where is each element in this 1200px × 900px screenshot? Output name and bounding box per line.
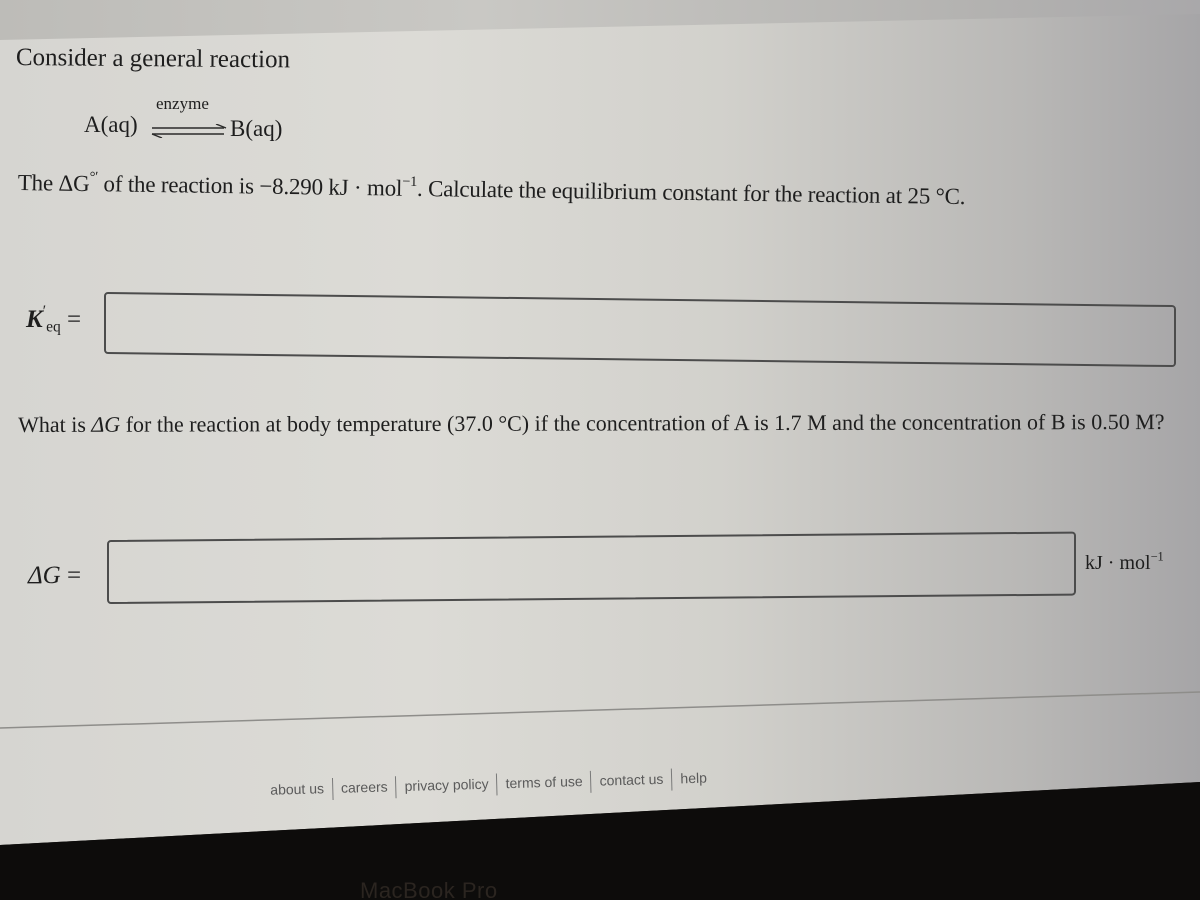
delta-g-units: kJ · mol−1: [1085, 549, 1164, 574]
footer-link-terms-of-use[interactable]: terms of use: [497, 773, 590, 792]
product: B(aq): [230, 116, 283, 141]
footer-link-about-us[interactable]: about us: [262, 780, 332, 798]
footer-link-contact-us[interactable]: contact us: [591, 770, 671, 788]
delta-g-input[interactable]: [109, 533, 1074, 602]
footer-link-careers[interactable]: careers: [333, 778, 396, 796]
question-content: Consider a general reaction enzyme A(aq)…: [0, 0, 1200, 700]
footer-link-privacy-policy[interactable]: privacy policy: [396, 775, 496, 794]
delta-g-label: ΔG =: [28, 562, 82, 589]
equilibrium-arrow-icon: [151, 124, 227, 138]
reactant: A(aq): [84, 112, 138, 137]
keq-input[interactable]: [106, 294, 1174, 366]
question-intro: Consider a general reaction: [15, 44, 291, 74]
delta-g-answer-box[interactable]: [107, 531, 1076, 604]
screen: Consider a general reaction enzyme A(aq)…: [0, 0, 1200, 845]
keq-answer-box[interactable]: [104, 292, 1176, 368]
reaction-equation: enzyme A(aq) B(aq): [84, 92, 344, 152]
catalyst-label: enzyme: [156, 94, 209, 113]
part1-prompt: The ΔG°′ of the reaction is −8.290 kJ · …: [17, 169, 966, 210]
keq-label: K′eq =: [26, 303, 82, 336]
part2-prompt: What is ΔG for the reaction at body temp…: [18, 408, 1165, 437]
delta-g-symbol: ΔG°′: [58, 169, 99, 197]
footer-link-help[interactable]: help: [672, 769, 715, 786]
device-brand-label: MacBook Pro: [360, 878, 498, 900]
